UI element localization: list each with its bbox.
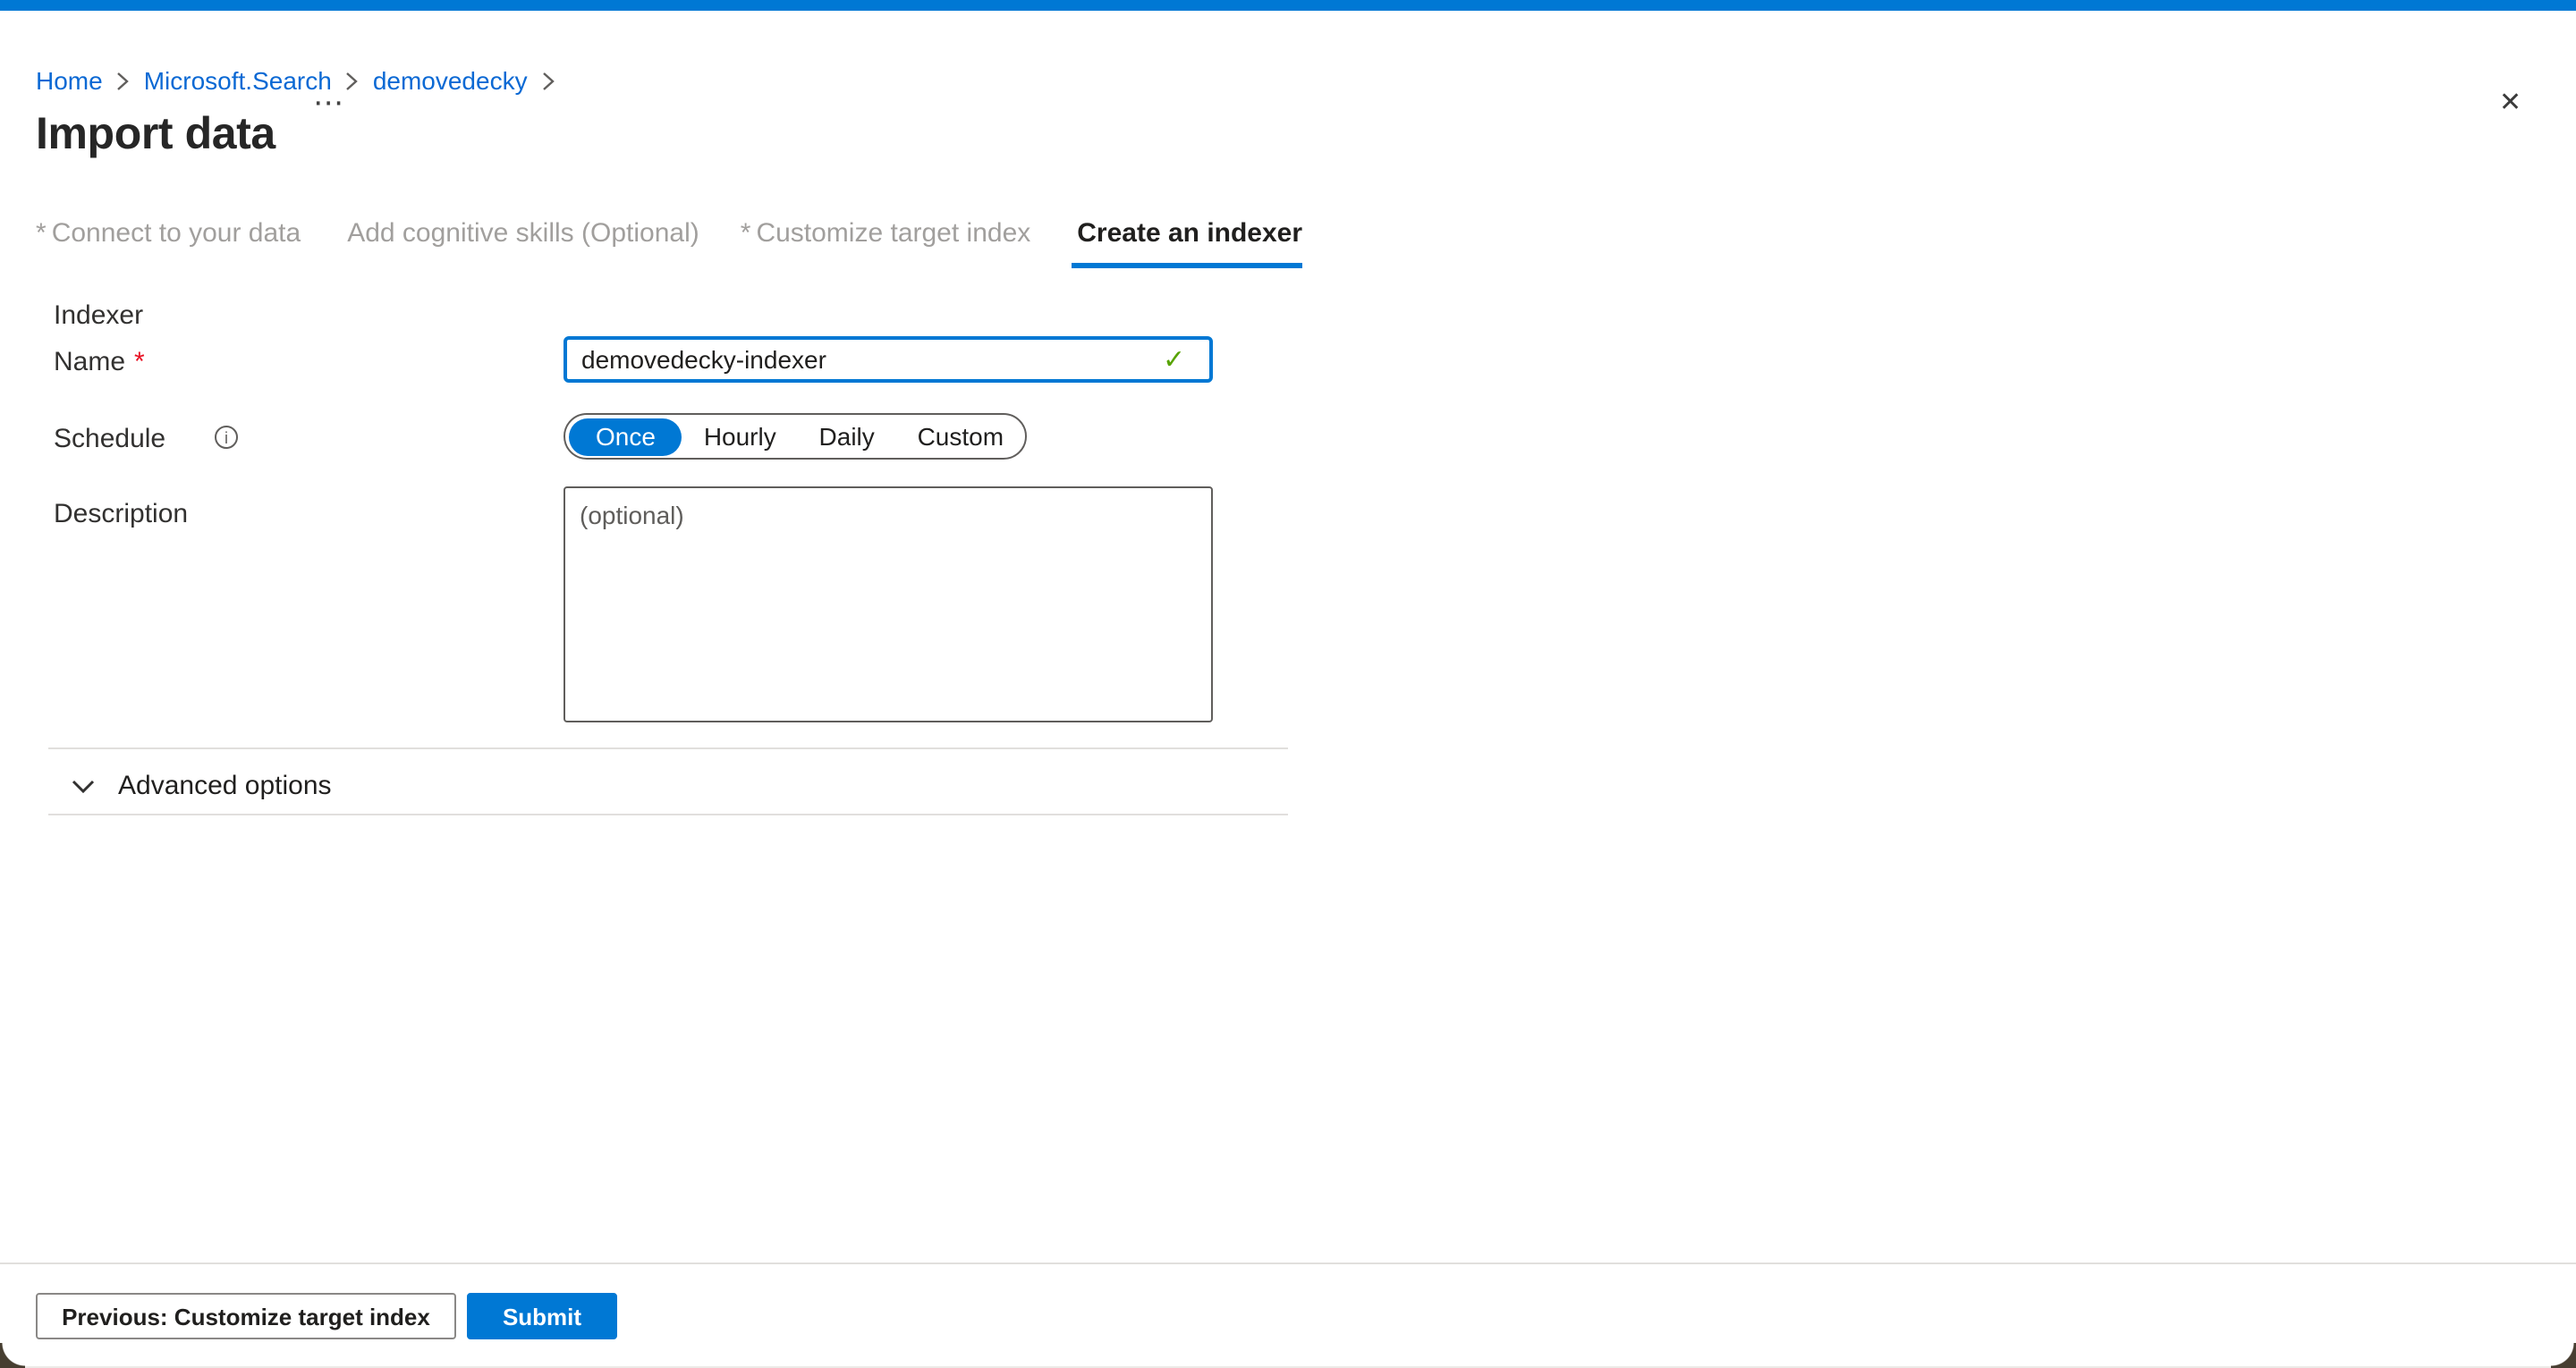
tab-customize-target-index[interactable]: *Customize target index <box>741 218 1031 268</box>
chevron-right-icon <box>542 71 555 90</box>
chevron-right-icon <box>117 71 130 90</box>
more-actions-icon[interactable]: ⋯ <box>306 82 351 125</box>
tab-label: Customize target index <box>756 218 1030 249</box>
tab-add-cognitive-skills[interactable]: Add cognitive skills (Optional) <box>342 218 699 268</box>
schedule-segmented-control: Once Hourly Daily Custom <box>564 413 1027 460</box>
import-data-page: Home Microsoft.Search demovedecky Import… <box>0 0 2576 1368</box>
window-corner-decoration <box>2551 1343 2576 1368</box>
submit-button[interactable]: Submit <box>467 1293 617 1339</box>
schedule-option-custom[interactable]: Custom <box>918 422 1004 451</box>
description-label: Description <box>54 499 188 529</box>
top-accent-bar <box>0 0 2576 11</box>
schedule-options: Hourly Daily Custom <box>682 422 1025 451</box>
page-title: Import data <box>36 109 275 161</box>
schedule-label: Schedule <box>54 424 165 454</box>
breadcrumb-link-microsoft-search[interactable]: Microsoft.Search <box>144 66 332 95</box>
tab-create-an-indexer[interactable]: Create an indexer <box>1072 218 1302 268</box>
breadcrumb: Home Microsoft.Search demovedecky <box>36 66 555 95</box>
required-asterisk: * <box>134 347 145 377</box>
indexer-section-label: Indexer <box>54 300 143 331</box>
tab-label: Create an indexer <box>1077 218 1302 249</box>
window-corner-decoration <box>0 1343 25 1368</box>
name-label-text: Name <box>54 347 125 377</box>
advanced-options-label: Advanced options <box>118 771 332 801</box>
name-input[interactable] <box>564 336 1213 383</box>
chevron-down-icon <box>72 779 95 793</box>
required-star: * <box>741 218 751 249</box>
previous-step-button[interactable]: Previous: Customize target index <box>36 1293 456 1339</box>
description-textarea[interactable] <box>564 486 1213 722</box>
name-label: Name * <box>54 347 145 377</box>
footer-divider <box>0 1262 2576 1264</box>
advanced-options-toggle[interactable]: Advanced options <box>68 767 335 805</box>
wizard-tabs: *Connect to your data Add cognitive skil… <box>36 218 1302 268</box>
tab-label: Add cognitive skills (Optional) <box>347 218 699 249</box>
valid-check-icon: ✓ <box>1163 343 1185 376</box>
tab-label: Connect to your data <box>52 218 301 249</box>
schedule-option-hourly[interactable]: Hourly <box>704 422 776 451</box>
schedule-option-daily[interactable]: Daily <box>819 422 875 451</box>
divider <box>48 747 1288 749</box>
schedule-option-once[interactable]: Once <box>569 418 682 455</box>
info-icon[interactable]: i <box>215 426 238 449</box>
required-star: * <box>36 218 47 249</box>
divider <box>48 814 1288 815</box>
breadcrumb-link-demovedecky[interactable]: demovedecky <box>373 66 528 95</box>
tab-connect-to-your-data[interactable]: *Connect to your data <box>36 218 301 268</box>
breadcrumb-link-home[interactable]: Home <box>36 66 103 95</box>
close-icon[interactable]: ✕ <box>2492 82 2529 122</box>
